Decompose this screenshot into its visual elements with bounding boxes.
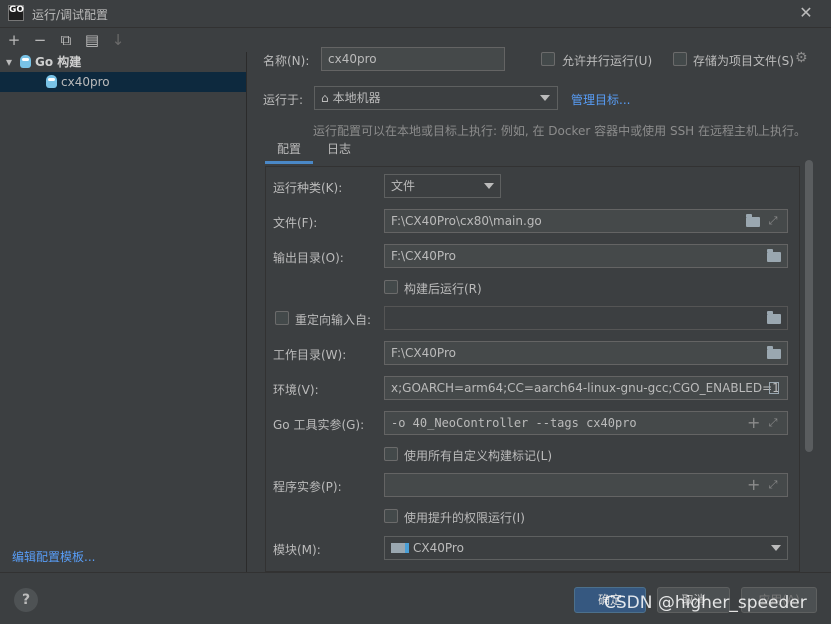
module-icon xyxy=(391,543,409,553)
chevron-down-icon xyxy=(540,95,550,101)
configurations-tree-panel xyxy=(0,52,247,572)
go-gopher-icon xyxy=(46,75,57,88)
chevron-down-icon xyxy=(771,545,781,551)
goland-app-icon: GO xyxy=(8,5,24,21)
output-dir-label: 输出目录(O): xyxy=(273,251,344,265)
redirect-input-field[interactable] xyxy=(384,306,788,330)
chevron-down-icon xyxy=(484,183,494,189)
run-elevated-checkbox[interactable] xyxy=(384,509,398,523)
name-label: 名称(N): xyxy=(263,54,310,68)
store-as-project-file-label: 存储为项目文件(S) xyxy=(693,54,794,68)
expand-icon[interactable]: ⤢ xyxy=(767,215,779,227)
folder-icon[interactable] xyxy=(767,346,781,359)
expand-icon[interactable]: ⤢ xyxy=(767,479,779,491)
redirect-input-checkbox[interactable] xyxy=(275,311,289,325)
folder-icon[interactable] xyxy=(767,249,781,262)
form-scrollbar-thumb[interactable] xyxy=(805,160,813,452)
copy-configuration-button[interactable]: ⧉ xyxy=(56,28,76,52)
tree-group-label: Go 构建 xyxy=(35,55,82,69)
new-folder-button[interactable]: ▤ xyxy=(82,28,102,52)
tree-item-cx40pro[interactable]: cx40pro xyxy=(0,72,246,92)
file-label: 文件(F): xyxy=(273,216,318,230)
run-elevated-label: 使用提升的权限运行(I) xyxy=(404,511,525,525)
add-configuration-button[interactable]: + xyxy=(4,28,24,52)
environment-input[interactable]: x;GOARCH=arm64;CC=aarch64-linux-gnu-gcc;… xyxy=(384,376,788,400)
expand-icon[interactable]: ⤢ xyxy=(767,417,779,429)
use-custom-tags-label: 使用所有自定义构建标记(L) xyxy=(404,449,553,463)
file-input[interactable]: F:\CX40Pro\cx80\main.go xyxy=(384,209,788,233)
program-args-input[interactable] xyxy=(384,473,788,497)
module-select[interactable]: CX40Pro xyxy=(384,536,788,560)
gear-icon[interactable]: ⚙ xyxy=(795,50,808,66)
working-dir-label: 工作目录(W): xyxy=(273,348,347,362)
go-gopher-icon xyxy=(20,55,31,68)
program-args-label: 程序实参(P): xyxy=(273,480,342,494)
allow-parallel-checkbox[interactable] xyxy=(541,52,555,66)
run-on-select[interactable]: ⌂ 本地机器 xyxy=(314,86,558,110)
module-label: 模块(M): xyxy=(273,543,321,557)
run-on-value: 本地机器 xyxy=(332,91,381,105)
remove-configuration-button[interactable]: − xyxy=(30,28,50,52)
run-after-build-checkbox[interactable] xyxy=(384,280,398,294)
run-after-build-label: 构建后运行(R) xyxy=(404,282,482,296)
plus-icon[interactable]: + xyxy=(747,415,760,431)
go-tool-args-label: Go 工具实参(G): xyxy=(273,418,365,432)
name-input[interactable]: cx40pro xyxy=(321,47,505,71)
allow-parallel-label: 允许并行运行(U) xyxy=(562,54,653,68)
window-title: 运行/调试配置 xyxy=(32,8,109,22)
go-tool-args-input[interactable]: -o 40_NeoController --tags cx40pro xyxy=(384,411,788,435)
tab-logs[interactable]: 日志 xyxy=(318,140,360,164)
edit-environment-icon[interactable] xyxy=(769,382,779,394)
run-on-label: 运行于: xyxy=(263,93,304,107)
tree-group-go-build[interactable]: ▾ Go 构建 xyxy=(0,52,246,72)
help-button[interactable]: ? xyxy=(14,588,38,612)
tree-item-label: cx40pro xyxy=(61,75,110,89)
sort-button[interactable]: ↓ xyxy=(108,28,128,52)
folder-icon[interactable] xyxy=(767,311,781,324)
folder-icon[interactable] xyxy=(746,214,760,227)
working-dir-input[interactable]: F:\CX40Pro xyxy=(384,341,788,365)
run-kind-label: 运行种类(K): xyxy=(273,181,343,195)
run-targets-hint: 运行配置可以在本地或目标上执行: 例如, 在 Docker 容器中或使用 SSH… xyxy=(313,124,807,138)
plus-icon[interactable]: + xyxy=(747,477,760,493)
csdn-watermark: CSDN @higher_speeder xyxy=(604,593,807,613)
home-icon: ⌂ xyxy=(321,91,329,105)
close-icon[interactable]: ✕ xyxy=(796,2,816,24)
environment-label: 环境(V): xyxy=(273,383,319,397)
output-dir-input[interactable]: F:\CX40Pro xyxy=(384,244,788,268)
store-as-project-file-checkbox[interactable] xyxy=(673,52,687,66)
use-custom-tags-checkbox[interactable] xyxy=(384,447,398,461)
title-bar xyxy=(0,0,831,28)
module-value: CX40Pro xyxy=(413,541,464,555)
redirect-input-label: 重定向输入自: xyxy=(295,313,372,327)
manage-targets-link[interactable]: 管理目标... xyxy=(571,91,630,108)
edit-configuration-templates-link[interactable]: 编辑配置模板... xyxy=(12,548,95,565)
chevron-down-icon[interactable]: ▾ xyxy=(6,52,20,72)
tab-configuration[interactable]: 配置 xyxy=(265,140,313,164)
